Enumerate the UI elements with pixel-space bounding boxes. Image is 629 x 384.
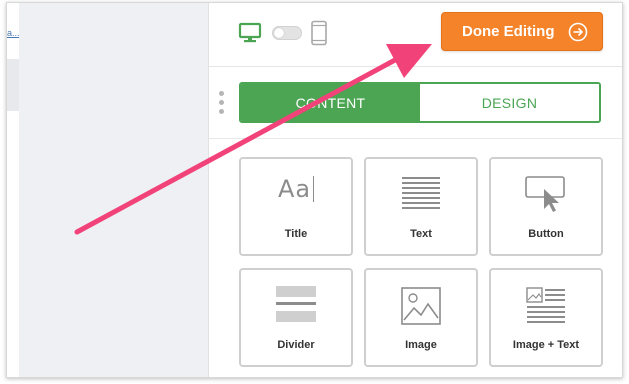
block-text-label: Text — [410, 228, 432, 240]
toggle-knob — [274, 28, 284, 38]
block-image-label: Image — [405, 339, 437, 351]
tab-design[interactable]: DESIGN — [420, 84, 599, 121]
view-toggle[interactable] — [272, 26, 302, 40]
block-button-label: Button — [528, 228, 564, 240]
arrow-right-circle-icon — [568, 22, 588, 42]
block-button[interactable]: Button — [489, 157, 603, 256]
divider-line — [209, 138, 622, 139]
block-image-text[interactable]: Image + Text — [489, 268, 603, 367]
desktop-icon[interactable] — [238, 21, 262, 45]
page-canvas[interactable] — [19, 3, 208, 377]
divider-icon — [276, 286, 316, 322]
image-text-icon — [526, 287, 565, 323]
image-icon — [401, 287, 441, 325]
panel-tabs: CONTENT DESIGN — [239, 82, 601, 123]
button-cursor-icon — [525, 176, 565, 212]
block-title[interactable]: Aa Title — [239, 157, 353, 256]
block-title-label: Title — [284, 228, 308, 240]
block-image[interactable]: Image — [364, 268, 478, 367]
canvas-block — [7, 59, 19, 111]
block-divider-label: Divider — [277, 339, 315, 351]
paragraph-lines-icon — [402, 177, 440, 209]
block-divider[interactable]: Divider — [239, 268, 353, 367]
done-editing-label: Done Editing — [462, 23, 555, 40]
editor-panel: Done Editing CONTENT DESIGN Aa Title Tex… — [208, 3, 622, 377]
canvas-link[interactable]: a... — [7, 28, 20, 38]
mobile-icon[interactable] — [310, 20, 328, 46]
tab-content[interactable]: CONTENT — [241, 84, 420, 121]
panel-toolbar: Done Editing — [209, 3, 622, 67]
editor-window: a... Done Editing CONTENT DESIGN Aa Titl… — [6, 2, 623, 378]
done-editing-button[interactable]: Done Editing — [441, 12, 603, 51]
block-image-text-label: Image + Text — [512, 339, 580, 351]
block-text[interactable]: Text — [364, 157, 478, 256]
drag-handle[interactable] — [219, 91, 225, 117]
title-text-icon: Aa — [278, 175, 315, 203]
